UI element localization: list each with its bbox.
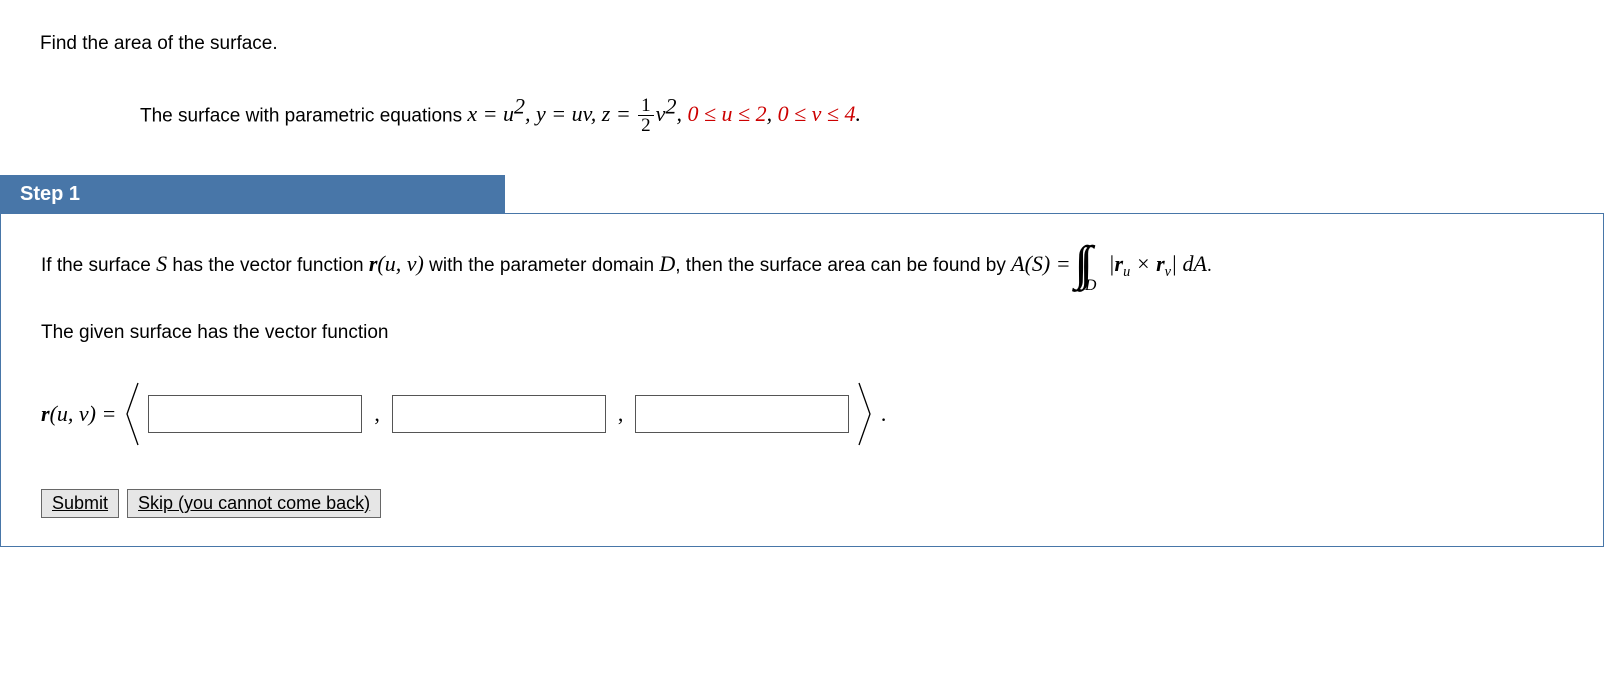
frac-top: 1 — [638, 96, 654, 116]
explain-mid3: , then the surface area can be found by — [675, 255, 1011, 276]
step-section: Step 1 If the surface S has the vector f… — [0, 175, 1604, 547]
formula-period: . — [1207, 255, 1212, 276]
double-integral: ∫∫D |ru × rv| dA. — [1075, 242, 1212, 286]
step-content: If the surface S has the vector function… — [0, 213, 1604, 547]
uv-args: (u, v) — [377, 251, 423, 276]
explain-mid2: with the parameter domain — [424, 255, 660, 276]
AS: A(S) = — [1011, 251, 1070, 276]
problem-prompt: Find the area of the surface. — [0, 0, 1604, 69]
rv-r: r — [1156, 251, 1165, 276]
eq-x-lhs: x = u — [467, 101, 514, 126]
domain-v: 0 ≤ v ≤ 4 — [778, 101, 856, 126]
var-D: D — [659, 251, 675, 276]
domain-end: . — [856, 101, 862, 126]
fraction-half: 12 — [638, 96, 654, 135]
final-period: . — [881, 401, 887, 427]
integral-domain: D — [1085, 270, 1097, 302]
domain-mid: , — [767, 101, 778, 126]
vector-input-row: r(u, v) = , , . — [41, 379, 1563, 449]
vector-component-1-input[interactable] — [148, 395, 362, 433]
prompt-text: Find the area of the surface. — [40, 33, 278, 54]
explain-pre: If the surface — [41, 255, 156, 276]
eq-z-sup: 2 — [665, 94, 676, 119]
skip-button[interactable]: Skip (you cannot come back) — [127, 489, 381, 518]
eq-y: , y = uv, z = — [525, 101, 636, 126]
comma-2: , — [612, 401, 630, 427]
eq-z-rhs: v — [656, 101, 666, 126]
abs-close: | — [1171, 251, 1183, 276]
submit-button[interactable]: Submit — [41, 489, 119, 518]
button-row: Submit Skip (you cannot come back) — [41, 489, 1563, 518]
given-line: The given surface has the vector functio… — [41, 317, 1563, 349]
step-label: Step 1 — [0, 175, 505, 214]
problem-container: Find the area of the surface. The surfac… — [0, 0, 1604, 547]
explanation-paragraph: If the surface S has the vector function… — [41, 242, 1563, 286]
problem-equations: The surface with parametric equations x … — [0, 69, 1604, 176]
domain-u: 0 ≤ u ≤ 2 — [687, 101, 766, 126]
eq-x-sup: 2 — [514, 94, 525, 119]
cross: × — [1130, 251, 1156, 276]
angle-bracket-right-icon — [855, 379, 875, 449]
explain-mid1: has the vector function — [167, 255, 369, 276]
integral-sign: ∫∫ — [1075, 245, 1085, 283]
domain-sep: , — [676, 101, 687, 126]
dA: dA — [1183, 251, 1207, 276]
frac-bot: 2 — [638, 116, 654, 135]
ru-r: r — [1115, 251, 1124, 276]
var-S: S — [156, 251, 167, 276]
r-label: r — [41, 401, 50, 426]
vector-component-3-input[interactable] — [635, 395, 849, 433]
eq-prefix: The surface with parametric equations — [140, 105, 467, 126]
comma-1: , — [368, 401, 386, 427]
vector-component-2-input[interactable] — [392, 395, 606, 433]
r-args: (u, v) = — [50, 401, 117, 426]
angle-bracket-left-icon — [122, 379, 142, 449]
